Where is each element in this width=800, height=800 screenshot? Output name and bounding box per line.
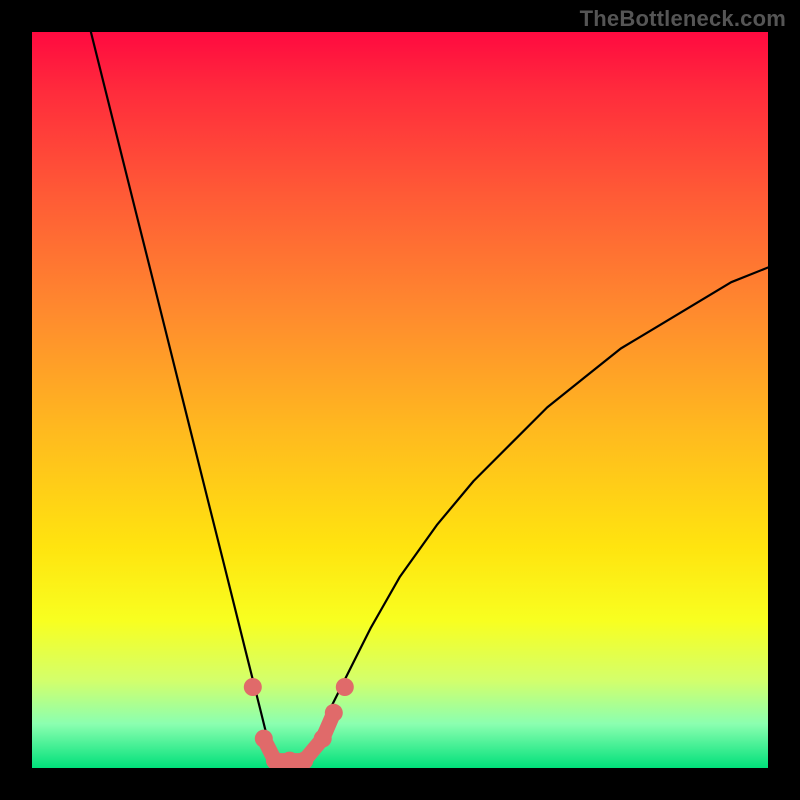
curve-layer — [32, 32, 768, 768]
attribution-text: TheBottleneck.com — [580, 6, 786, 32]
data-marker — [255, 730, 273, 748]
data-marker — [336, 678, 354, 696]
plot-area — [32, 32, 768, 768]
chart-frame: TheBottleneck.com — [0, 0, 800, 800]
data-marker — [325, 704, 343, 722]
bottleneck-curve — [91, 32, 768, 768]
data-marker — [244, 678, 262, 696]
data-marker — [314, 730, 332, 748]
